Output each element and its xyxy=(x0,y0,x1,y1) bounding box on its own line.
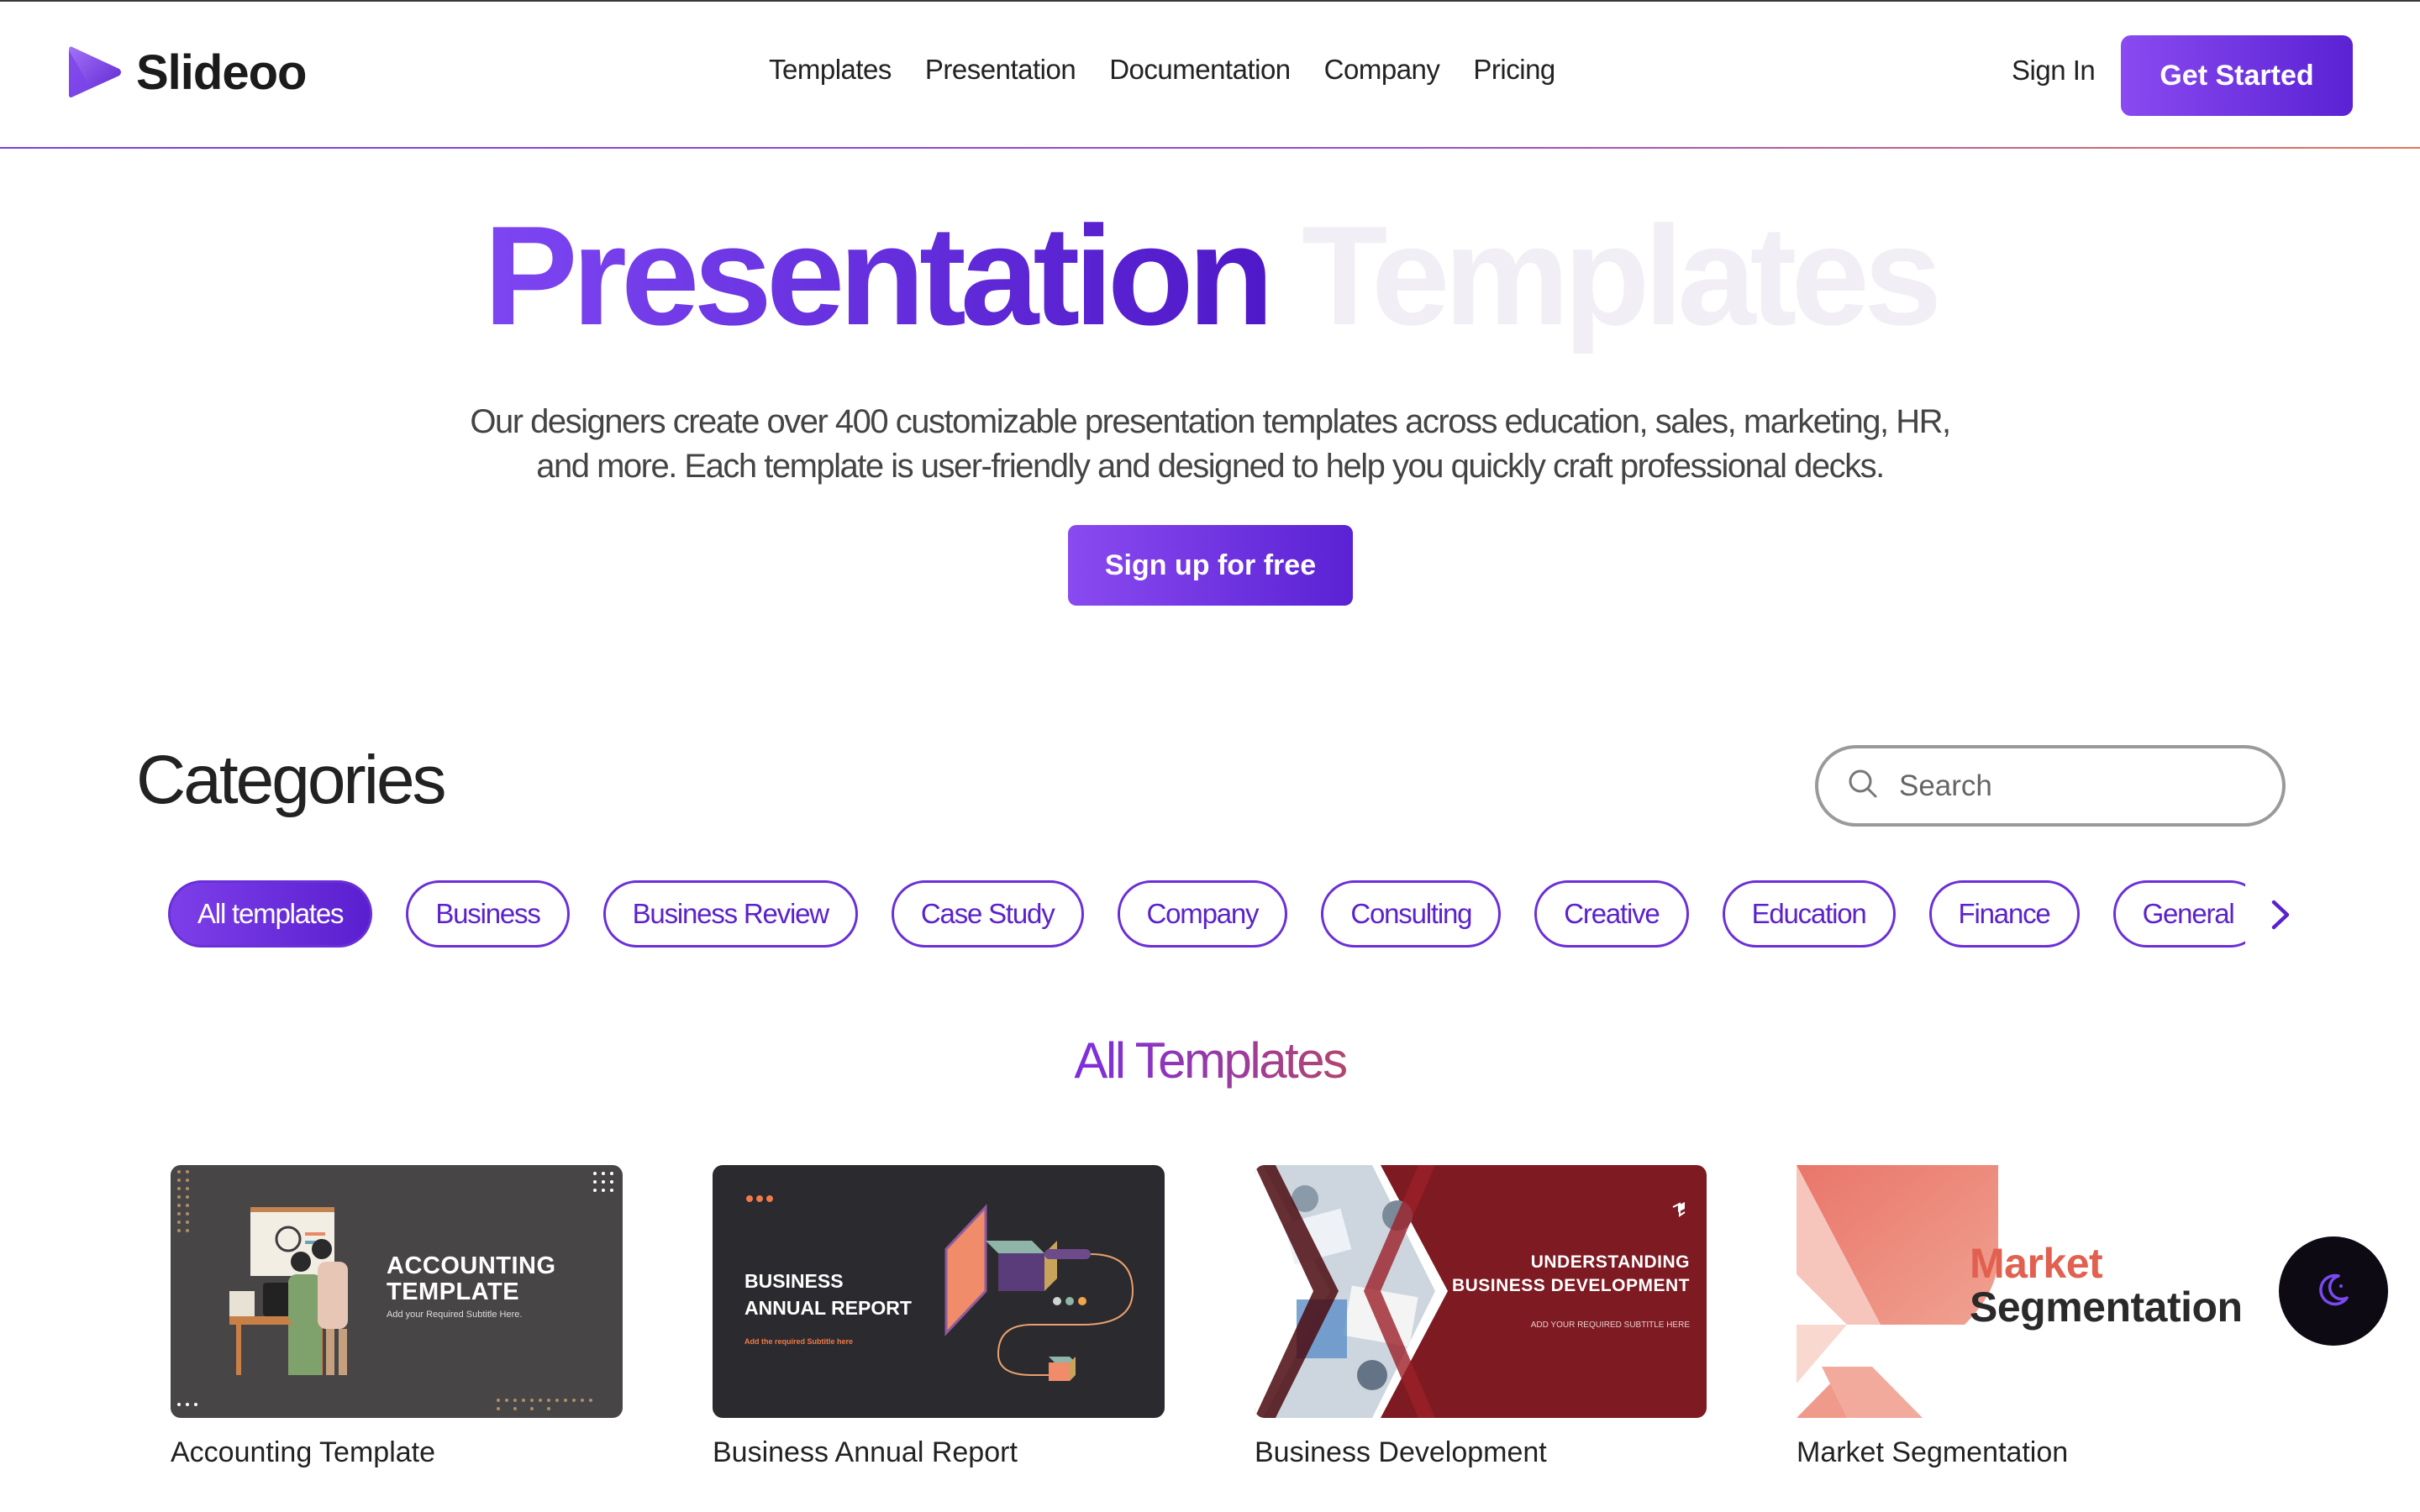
template-card-business-development[interactable]: UNDERSTANDING BUSINESS DEVELOPMENT ADD Y… xyxy=(1255,1165,1707,1469)
nav-presentation[interactable]: Presentation xyxy=(925,54,1076,86)
chip-case-study[interactable]: Case Study xyxy=(891,880,1084,948)
brand-name: Slideoo xyxy=(136,45,307,100)
hero-title-secondary: Templates xyxy=(1301,197,1943,354)
header-divider xyxy=(0,147,2420,149)
thumb-title-line-1: BUSINESS xyxy=(744,1270,844,1292)
template-card-market-segmentation[interactable]: Market Segmentation Market Segmentation xyxy=(1797,1165,2249,1469)
get-started-button[interactable]: Get Started xyxy=(2121,35,2353,116)
chip-general[interactable]: General xyxy=(2112,880,2245,948)
template-thumbnail: Market Segmentation xyxy=(1797,1165,2249,1418)
chip-education[interactable]: Education xyxy=(1722,880,1896,948)
template-card-label: Accounting Template xyxy=(171,1436,436,1468)
thumb-subtitle: Add the required Subtitle here xyxy=(744,1337,854,1346)
thumb-title: ACCOUNTING TEMPLATE xyxy=(387,1253,556,1305)
chip-finance[interactable]: Finance xyxy=(1928,880,2080,948)
template-card-label: Business Annual Report xyxy=(713,1436,1018,1468)
hero-subtitle-line-2: and more. Each template is user-friendly… xyxy=(536,448,1885,485)
chip-consulting[interactable]: Consulting xyxy=(1321,880,1502,948)
nav-pricing[interactable]: Pricing xyxy=(1473,54,1555,86)
thumb-title-line-2: BUSINESS DEVELOPMENT xyxy=(1451,1276,1690,1295)
thumb-subtitle: Add your Required Subtitle Here. xyxy=(387,1310,523,1320)
chip-business-review[interactable]: Business Review xyxy=(602,880,858,948)
search-input[interactable] xyxy=(1897,768,2250,804)
thumb-title-line-1: Market xyxy=(1970,1240,2103,1287)
hero-subtitle: Our designers create over 400 customizab… xyxy=(437,400,1983,489)
play-triangle-icon xyxy=(66,44,124,101)
category-chips: All templates Business Business Review C… xyxy=(168,880,2245,949)
thumb-title-line-1: UNDERSTANDING xyxy=(1530,1252,1690,1272)
chip-company[interactable]: Company xyxy=(1117,880,1288,948)
search-box[interactable] xyxy=(1815,745,2286,827)
nav-company[interactable]: Company xyxy=(1324,54,1440,86)
hero-title-primary: Presentation xyxy=(483,197,1275,354)
thumb-subtitle: ADD YOUR REQUIRED SUBTITLE HERE xyxy=(1530,1320,1690,1330)
chip-business[interactable]: Business xyxy=(406,880,570,948)
nav-templates[interactable]: Templates xyxy=(769,54,892,86)
site-header: Slideoo Templates Presentation Documenta… xyxy=(0,2,2420,148)
template-card-label: Market Segmentation xyxy=(1797,1436,2069,1468)
all-templates-heading: All Templates xyxy=(0,1032,2420,1089)
categories-heading: Categories xyxy=(136,742,447,818)
template-card-accounting[interactable]: ACCOUNTING TEMPLATE Add your Required Su… xyxy=(171,1165,623,1469)
sign-up-button[interactable]: Sign up for free xyxy=(1068,525,1353,606)
chevron-right-icon[interactable] xyxy=(2260,895,2299,934)
brand[interactable]: Slideoo xyxy=(66,44,307,101)
thumb-title-line-1: ACCOUNTING xyxy=(387,1252,556,1279)
template-thumbnail: ACCOUNTING TEMPLATE Add your Required Su… xyxy=(171,1165,623,1418)
theme-toggle-button[interactable] xyxy=(2279,1236,2388,1346)
thumb-title: BUSINESS ANNUAL REPORT xyxy=(744,1268,912,1321)
hero-subtitle-line-1: Our designers create over 400 customizab… xyxy=(470,403,1951,440)
thumb-title-line-2: Segmentation xyxy=(1970,1284,2243,1331)
template-thumbnail: UNDERSTANDING BUSINESS DEVELOPMENT ADD Y… xyxy=(1255,1165,1707,1418)
search-icon xyxy=(1847,768,1879,804)
all-templates-heading-text: All Templates xyxy=(1074,1032,1348,1089)
thumb-title-line-2: ANNUAL REPORT xyxy=(744,1297,912,1319)
sign-in-link[interactable]: Sign In xyxy=(2012,55,2096,87)
template-card-business-annual-report[interactable]: BUSINESS ANNUAL REPORT Add the required … xyxy=(713,1165,1165,1469)
template-card-label: Business Development xyxy=(1255,1436,1547,1468)
nav-documentation[interactable]: Documentation xyxy=(1109,54,1291,86)
chip-creative[interactable]: Creative xyxy=(1534,880,1689,948)
template-thumbnail: BUSINESS ANNUAL REPORT Add the required … xyxy=(713,1165,1165,1418)
moon-icon xyxy=(2313,1269,2354,1314)
thumb-title-line-2: TEMPLATE xyxy=(387,1278,520,1305)
hero-title: Presentation Templates xyxy=(0,205,2420,346)
thumb-title: UNDERSTANDING BUSINESS DEVELOPMENT xyxy=(1452,1251,1690,1298)
main-nav: Templates Presentation Documentation Com… xyxy=(769,54,1555,86)
chip-all-templates[interactable]: All templates xyxy=(168,880,373,948)
